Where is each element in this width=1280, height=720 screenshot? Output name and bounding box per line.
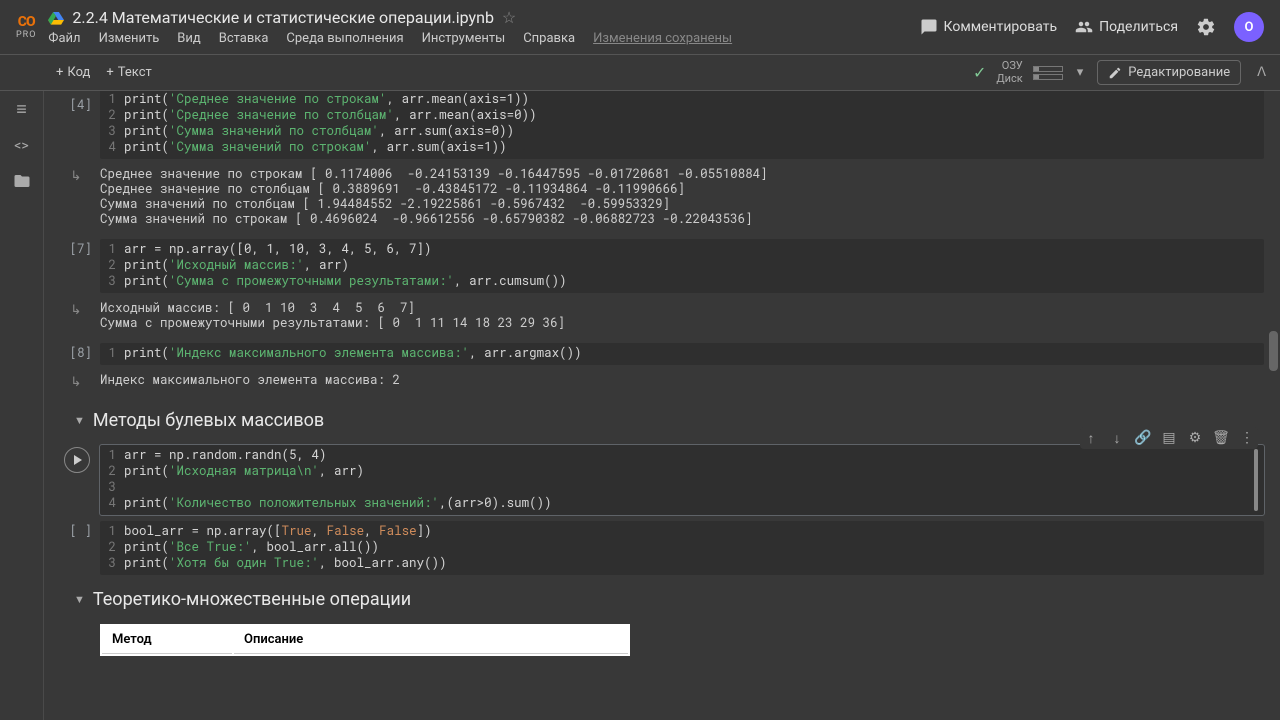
menu-edit[interactable]: Изменить	[99, 31, 160, 46]
cell-toolbar: ↑ ↓ 🔗 ▤ ⚙ 🗑 ⋮	[1080, 427, 1258, 449]
collapse-section-icon[interactable]: ▼	[74, 593, 85, 606]
menu-tools[interactable]: Инструменты	[422, 31, 506, 46]
header: CO PRO 2.2.4 Математические и статистиче…	[0, 0, 1280, 55]
menu-insert[interactable]: Вставка	[219, 31, 269, 46]
section-heading[interactable]: ▼ Теоретико-множественные операции	[44, 579, 1272, 620]
settings-button[interactable]	[1196, 17, 1216, 37]
edit-mode-button[interactable]: Редактирование	[1097, 60, 1241, 85]
delete-cell-icon[interactable]: 🗑	[1212, 429, 1230, 447]
drive-icon	[48, 10, 64, 26]
collapse-section-icon[interactable]: ▼	[74, 414, 85, 427]
vertical-scrollbar[interactable]	[1269, 331, 1278, 371]
resource-labels: ОЗУДиск	[996, 60, 1022, 84]
check-icon: ✓	[973, 63, 986, 82]
code-snippet-icon[interactable]: <>	[14, 138, 28, 154]
code-cell-active[interactable]: ↑ ↓ 🔗 ▤ ⚙ 🗑 ⋮ 1arr = np.random.randn(5, …	[44, 443, 1272, 517]
notebook-area: [4] 1print('Среднее значение по строкам'…	[44, 91, 1280, 720]
menu-runtime[interactable]: Среда выполнения	[286, 31, 403, 46]
save-status[interactable]: Изменения сохранены	[593, 31, 732, 46]
run-button[interactable]	[64, 447, 90, 473]
exec-count: [7]	[52, 239, 100, 257]
move-down-icon[interactable]: ↓	[1108, 429, 1126, 447]
output-toggle-icon[interactable]: ↳	[52, 301, 100, 318]
resources-dropdown[interactable]: ▾	[1073, 61, 1088, 84]
pencil-icon	[1108, 66, 1122, 80]
exec-count: [ ]	[52, 521, 100, 539]
methods-table: Метод Описание	[100, 624, 630, 656]
share-button[interactable]: Поделиться	[1075, 18, 1178, 36]
resource-bars[interactable]	[1033, 66, 1063, 80]
colab-logo[interactable]: CO PRO	[16, 14, 36, 40]
exec-count: [4]	[52, 95, 100, 113]
add-text-button[interactable]: + Текст	[98, 61, 159, 84]
output-toggle-icon[interactable]: ↳	[52, 373, 100, 390]
code-cell[interactable]: [4] 1print('Среднее значение по строкам'…	[44, 93, 1272, 235]
minimap-scrollbar[interactable]	[1254, 449, 1258, 511]
output-toggle-icon[interactable]: ↳	[52, 167, 100, 184]
menu-bar: Файл Изменить Вид Вставка Среда выполнен…	[48, 31, 919, 46]
comment-icon	[920, 18, 938, 36]
table-header-description: Описание	[234, 626, 628, 654]
cell-output: Исходный массив: [ 0 1 10 3 4 5 6 7] Сум…	[100, 301, 565, 331]
move-up-icon[interactable]: ↑	[1082, 429, 1100, 447]
share-icon	[1075, 18, 1093, 36]
menu-help[interactable]: Справка	[523, 31, 575, 46]
code-cell[interactable]: [8] 1print('Индекс максимального элемент…	[44, 341, 1272, 398]
star-icon[interactable]: ☆	[502, 8, 516, 27]
toolbar: + Код + Текст ✓ ОЗУДиск ▾ Редактирование…	[0, 55, 1280, 91]
more-cell-icon[interactable]: ⋮	[1238, 429, 1256, 447]
notebook-title[interactable]: 2.2.4 Математические и статистические оп…	[72, 8, 494, 27]
code-cell[interactable]: [ ] 1bool_arr = np.array([True, False, F…	[44, 519, 1272, 577]
menu-view[interactable]: Вид	[177, 31, 200, 46]
exec-count: [8]	[52, 343, 100, 361]
cell-output: Индекс максимального элемента массива: 2	[100, 373, 400, 388]
add-code-button[interactable]: + Код	[48, 61, 98, 84]
toc-icon[interactable]: ≡	[16, 99, 27, 120]
cell-output: Среднее значение по строкам [ 0.1174006 …	[100, 167, 768, 227]
left-rail: ≡ <>	[0, 91, 44, 720]
comment-button[interactable]: Комментировать	[920, 18, 1058, 36]
table-header-method: Метод	[102, 626, 232, 654]
avatar[interactable]: O	[1234, 12, 1264, 42]
link-icon[interactable]: 🔗	[1134, 429, 1152, 447]
settings-cell-icon[interactable]: ⚙	[1186, 429, 1204, 447]
menu-file[interactable]: Файл	[48, 31, 80, 46]
collapse-button[interactable]: ᐱ	[1251, 61, 1272, 84]
files-icon[interactable]	[13, 172, 31, 190]
code-cell[interactable]: [7] 1arr = np.array([0, 1, 10, 3, 4, 5, …	[44, 237, 1272, 339]
comment-cell-icon[interactable]: ▤	[1160, 429, 1178, 447]
gear-icon	[1196, 17, 1216, 37]
